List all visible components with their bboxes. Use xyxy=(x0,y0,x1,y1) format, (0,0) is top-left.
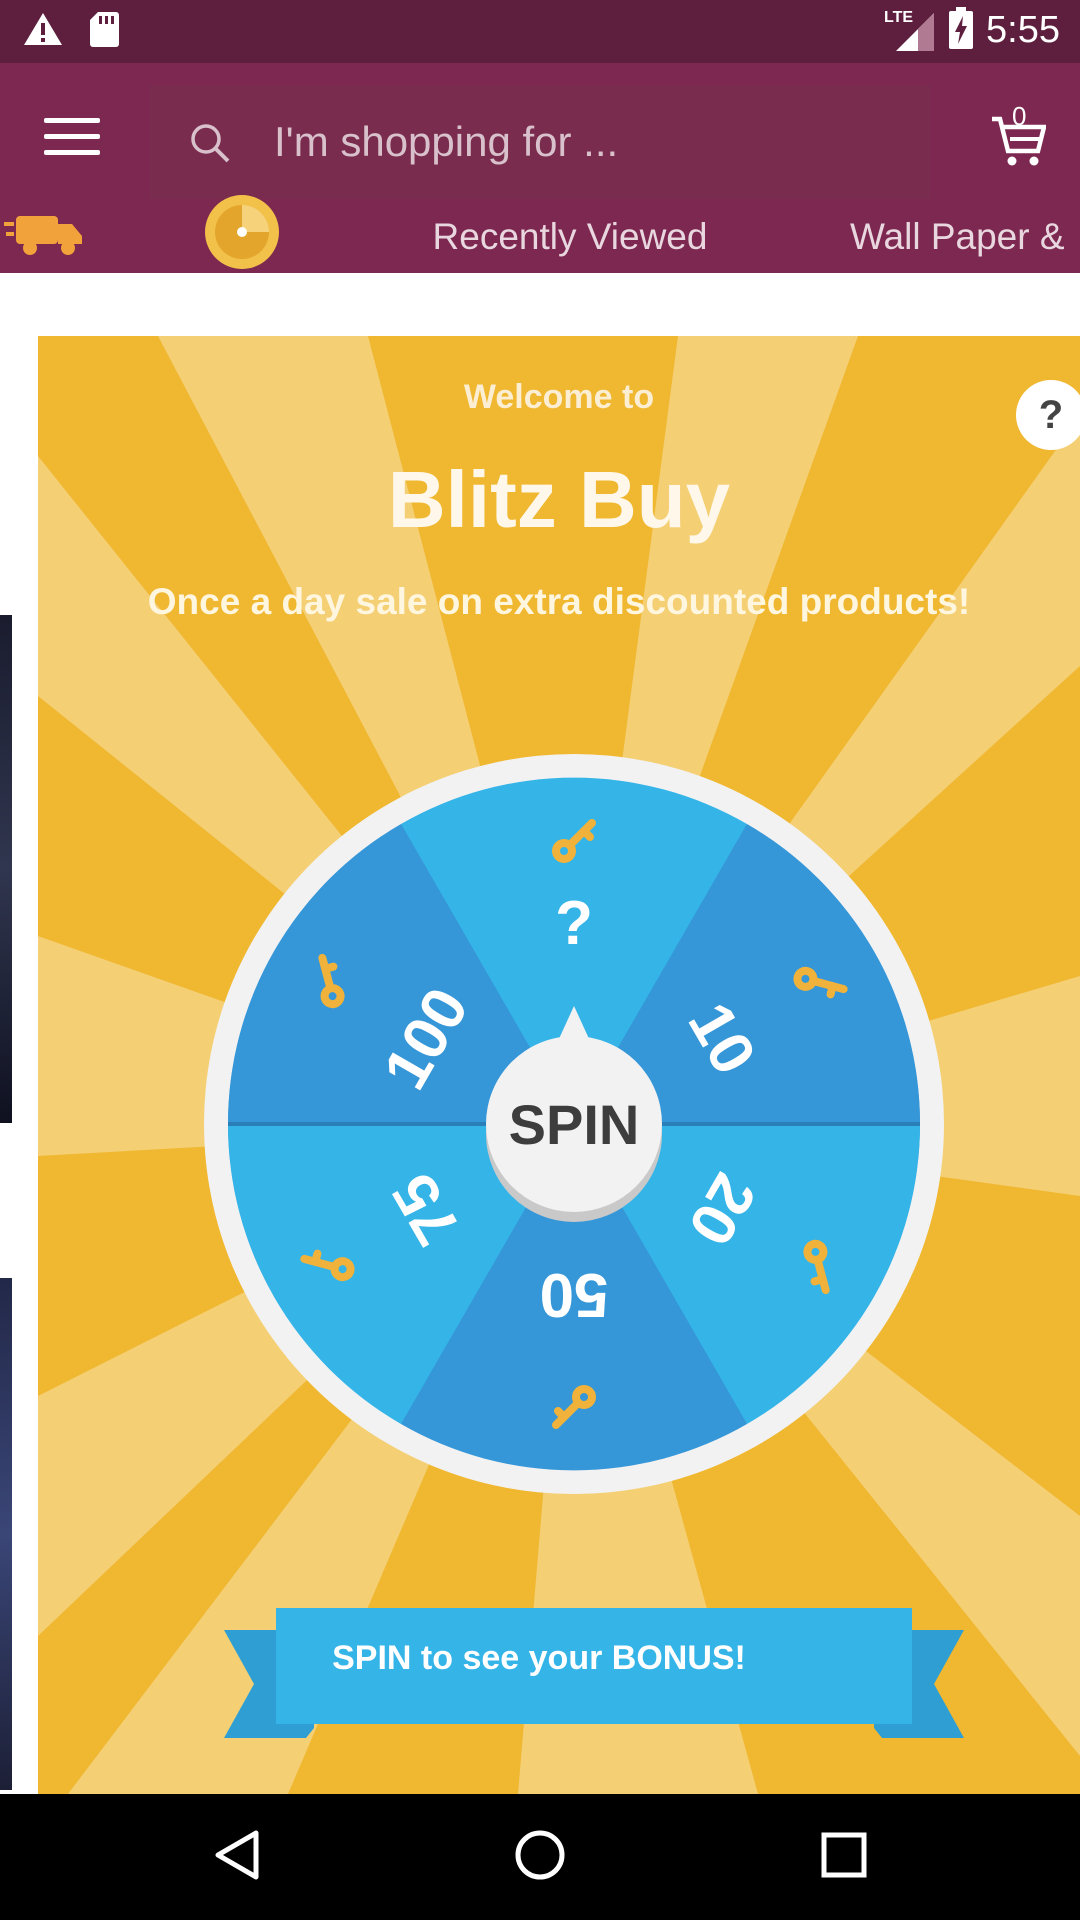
back-icon xyxy=(212,1829,260,1886)
menu-icon xyxy=(44,118,100,123)
category-tabs: Recently Viewed Wall Paper & xyxy=(0,195,1080,273)
sd-card-icon xyxy=(88,10,120,53)
tab-recently-viewed[interactable]: Recently Viewed xyxy=(380,200,760,273)
blitz-buy-game: Welcome to Blitz Buy Once a day sale on … xyxy=(38,336,1080,1794)
signal-icon: LTE xyxy=(884,9,936,53)
battery-charging-icon xyxy=(948,6,974,55)
back-button[interactable] xyxy=(176,1794,296,1920)
home-icon xyxy=(514,1829,566,1886)
wheel-segment-label: ? xyxy=(555,889,593,958)
delivery-truck-icon xyxy=(4,206,86,267)
navigation-bar xyxy=(0,1794,1080,1920)
spin-coin-icon xyxy=(203,193,281,280)
search-input[interactable] xyxy=(272,109,876,175)
tab-label: Recently Viewed xyxy=(432,215,708,257)
selected-tab-indicator xyxy=(137,328,347,334)
tab-wall-paper[interactable]: Wall Paper & xyxy=(850,200,1080,273)
recents-button[interactable] xyxy=(784,1794,904,1920)
banner-text: SPIN to see your BONUS! xyxy=(332,1639,746,1677)
game-subtitle: Once a day sale on extra discounted prod… xyxy=(147,581,971,622)
search-icon xyxy=(190,123,230,168)
welcome-text: Welcome to xyxy=(463,378,655,416)
tab-label: Wall Paper & xyxy=(850,215,1065,257)
recents-icon xyxy=(820,1831,868,1884)
tab-delivery[interactable] xyxy=(0,200,90,273)
wheel-segment-label: 50 xyxy=(540,1260,609,1329)
product-image-edge xyxy=(0,615,12,1123)
home-button[interactable] xyxy=(480,1794,600,1920)
status-bar: LTE 5:55 xyxy=(0,0,1080,63)
cart-count-badge: 0 xyxy=(1012,101,1027,131)
spin-label: SPIN xyxy=(509,1093,640,1156)
prize-wheel[interactable]: ? 10 20 50 75 100 SPIN xyxy=(204,754,944,1494)
tab-spin[interactable] xyxy=(137,195,347,273)
help-button[interactable]: ? xyxy=(1016,380,1080,450)
clock: 5:55 xyxy=(986,9,1060,51)
warning-icon xyxy=(22,11,64,52)
product-image-edge xyxy=(0,1278,12,1790)
game-title: Blitz Buy xyxy=(387,455,731,544)
network-type: LTE xyxy=(884,8,914,26)
search-box[interactable] xyxy=(150,85,930,199)
menu-button[interactable] xyxy=(44,118,100,168)
